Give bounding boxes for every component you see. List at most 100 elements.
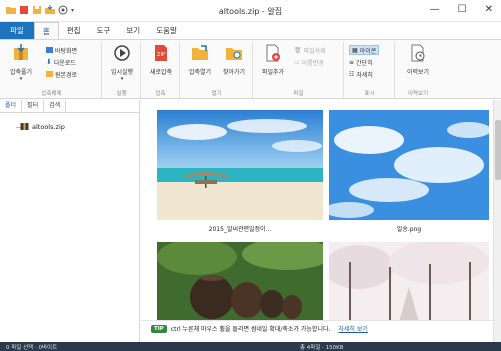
extract-targets: 바탕화면 ⬇ 다운로드 원본경로 <box>46 45 77 79</box>
group-label-extract: 압축해제 <box>41 91 62 97</box>
jars-image <box>157 242 323 322</box>
tree-item-archive[interactable]: altools.zip <box>20 122 65 131</box>
thumbnail-sky[interactable] <box>329 110 489 220</box>
view-detail-button[interactable]: ☷ 자세히 <box>349 69 379 79</box>
delete-file-label: 파일삭제 <box>303 47 326 55</box>
extract-download-button[interactable]: ⬇ 다운로드 <box>46 57 77 67</box>
view-icons-button[interactable]: ▦ 아이콘 <box>349 45 380 55</box>
open-archive-button[interactable]: 압축열기 <box>183 44 217 76</box>
delete-file-button[interactable]: 🗑 파일삭제 <box>294 45 326 55</box>
zip-archive-icon <box>20 123 29 130</box>
file-actions: 🗑 파일삭제 ▭ 이름변경 <box>294 45 326 67</box>
tab-edit[interactable]: 편집 <box>59 22 89 39</box>
extract-button[interactable]: 압축풀기 ▾ <box>4 44 38 82</box>
history-button[interactable]: 이력보기 <box>401 44 435 76</box>
extract-dropdown-icon: ▾ <box>19 76 23 82</box>
status-bar: 0 파일 선택 · 0바이트 총 4파일 · 150KB <box>0 342 501 351</box>
run-button[interactable]: 임시실행 ▾ <box>105 44 139 82</box>
ribbon-group-view: ▦ 아이콘 ≡ 간단히 ☷ 자세히 표시 <box>345 42 395 98</box>
ribbon-group-compress: ZIP 새로압축 압축 <box>142 42 180 98</box>
history-label: 이력보기 <box>406 69 430 76</box>
view-icons-label: 아이콘 <box>359 47 377 55</box>
run-dropdown-icon: ▾ <box>120 76 124 82</box>
vertical-scrollbar[interactable] <box>493 100 501 342</box>
ribbon-group-history: 이력보기 이력보기 <box>396 42 440 98</box>
view-simple-label: 간단히 <box>356 59 373 67</box>
extract-download-label: 다운로드 <box>53 59 76 67</box>
extract-original-button[interactable]: 원본경로 <box>46 69 77 79</box>
close-icon[interactable]: ✕ <box>485 4 493 15</box>
beach-image <box>157 110 323 220</box>
maximize-icon[interactable]: ☐ <box>458 4 467 15</box>
new-archive-button[interactable]: ZIP 새로압축 <box>144 44 178 76</box>
rename-label: 이름변경 <box>301 59 324 67</box>
ribbon-group-file: 파일추가 🗑 파일삭제 ▭ 이름변경 파일 <box>254 42 344 98</box>
tree-item-label: altools.zip <box>32 122 65 131</box>
extract-original-label: 원본경로 <box>55 71 78 79</box>
ribbon-group-open: 압축열기 찾아가기 열기 <box>181 42 253 98</box>
add-file-icon <box>266 44 280 62</box>
thumbnail-jars[interactable] <box>157 242 323 322</box>
download-icon: ⬇ <box>46 58 52 66</box>
tip-bar: TIP ctrl 누른채 마우스 휠을 돌리면 썸네일 확대/축소가 가능합니다… <box>141 320 493 336</box>
tip-badge: TIP <box>151 324 167 333</box>
ribbon: 압축풀기 ▾ 바탕화면 ⬇ 다운로드 원본경로 압축해제 임시실행 ▾ 실행 ZI… <box>0 39 501 99</box>
add-file-label: 파일추가 <box>261 69 285 76</box>
group-label-open: 열기 <box>211 91 222 97</box>
tab-tools[interactable]: 도구 <box>89 22 119 39</box>
thumbnail-blossom[interactable] <box>329 242 489 322</box>
history-icon <box>411 44 425 62</box>
window-controls: — ☐ ✕ <box>430 4 493 15</box>
detail-icon: ☷ <box>349 70 355 78</box>
grid-icon: ▦ <box>352 46 358 54</box>
blossom-image <box>329 242 489 322</box>
status-selection: 0 파일 선택 · 0바이트 <box>6 345 58 351</box>
left-panel: 폴더 필터 검색 altools.zip <box>0 100 140 342</box>
view-detail-label: 자세히 <box>356 71 373 79</box>
tab-folder[interactable]: 폴더 <box>0 100 23 112</box>
group-label-file: 파일 <box>293 91 304 97</box>
new-zip-icon: ZIP <box>155 45 167 61</box>
extract-archive-icon <box>14 44 28 60</box>
file-name-beach: 2015_알씨관련일정이... <box>208 226 272 233</box>
group-label-compress: 압축 <box>155 91 166 97</box>
tab-filter[interactable]: 필터 <box>22 100 45 112</box>
status-summary: 총 4파일 · 150KB <box>300 345 344 351</box>
group-label-view: 표시 <box>364 91 375 97</box>
rename-button[interactable]: ▭ 이름변경 <box>294 57 326 67</box>
tab-view[interactable]: 보기 <box>118 22 148 39</box>
file-thumbnail-view: 2015_알씨관련일정이... 알송.png <box>141 100 493 342</box>
open-archive-icon <box>192 45 208 60</box>
view-modes: ▦ 아이콘 ≡ 간단히 ☷ 자세히 <box>349 45 380 79</box>
desktop-icon <box>46 47 53 53</box>
tip-more-link[interactable]: 자세히 보기 <box>338 324 368 333</box>
tab-file[interactable]: 파일 <box>0 22 34 39</box>
ribbon-group-run: 임시실행 ▾ 실행 <box>103 42 141 98</box>
tab-search[interactable]: 검색 <box>44 100 67 112</box>
group-label-history: 이력보기 <box>407 91 429 97</box>
view-simple-button[interactable]: ≡ 간단히 <box>349 57 379 67</box>
sky-image <box>329 110 489 220</box>
scrollbar-thumb[interactable] <box>495 120 501 180</box>
temp-run-icon <box>114 45 130 61</box>
add-file-button[interactable]: 파일추가 <box>256 44 290 76</box>
trash-icon: 🗑 <box>294 46 302 54</box>
ribbon-tabs: 파일 홈 편집 도구 보기 도움말 <box>0 22 501 39</box>
thumbnail-beach[interactable] <box>157 110 323 220</box>
extract-button-label: 압축풀기 <box>9 69 33 76</box>
run-button-label: 임시실행 <box>110 69 134 76</box>
new-archive-label: 새로압축 <box>149 69 173 76</box>
tab-help[interactable]: 도움말 <box>148 22 185 39</box>
folder-icon <box>46 71 53 77</box>
file-name-sky: 알송.png <box>396 226 422 233</box>
tab-home[interactable]: 홈 <box>33 22 59 39</box>
extract-desktop-button[interactable]: 바탕화면 <box>46 45 77 55</box>
list-icon: ≡ <box>349 58 355 66</box>
svg-text:ZIP: ZIP <box>157 52 165 58</box>
minimize-icon[interactable]: — <box>430 4 440 15</box>
find-button[interactable]: 찾아가기 <box>217 44 251 76</box>
tip-text: ctrl 누른채 마우스 휠을 돌리면 썸네일 확대/축소가 가능합니다. <box>170 326 331 333</box>
find-label: 찾아가기 <box>222 69 246 76</box>
group-label-run: 실행 <box>116 91 127 97</box>
rename-icon: ▭ <box>294 58 300 66</box>
